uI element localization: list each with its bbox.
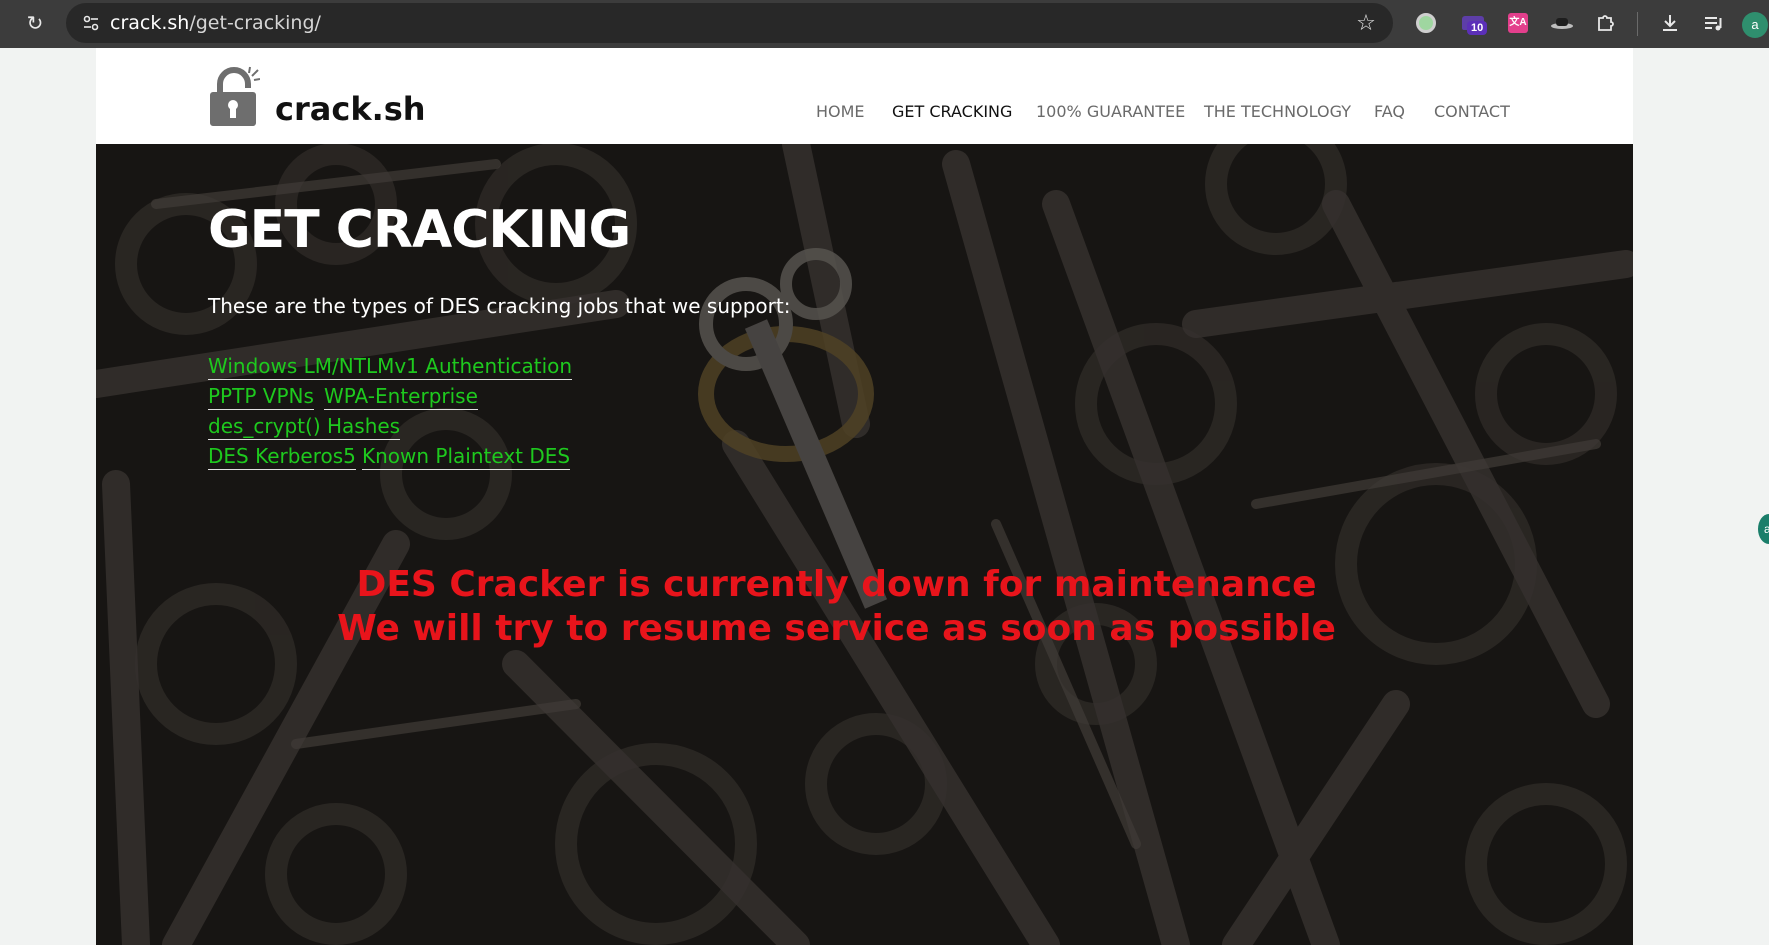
hero-section: GET CRACKING These are the types of DES … — [96, 144, 1633, 945]
link-wpa-enterprise[interactable]: WPA-Enterprise — [324, 384, 478, 410]
nav-get-cracking[interactable]: GET CRACKING — [892, 102, 1012, 121]
link-pptp-vpns[interactable]: PPTP VPNs — [208, 384, 314, 410]
page-title: GET CRACKING — [208, 200, 631, 260]
nav-faq[interactable]: FAQ — [1374, 102, 1405, 121]
link-des-crypt-hashes[interactable]: des_crypt() Hashes — [208, 414, 401, 440]
media-control-icon[interactable] — [1697, 7, 1729, 39]
address-bar[interactable]: crack.sh/get-cracking/ ☆ — [66, 3, 1393, 43]
url-host: crack.sh — [110, 12, 190, 34]
translate-label: 文A — [1508, 13, 1528, 33]
site-info-icon[interactable] — [76, 8, 106, 38]
webpage: crack.sh HOME GET CRACKING 100% GUARANTE… — [96, 48, 1633, 945]
maintenance-notice-line-1: DES Cracker is currently down for mainte… — [356, 564, 1317, 605]
bookmark-star-icon[interactable]: ☆ — [1353, 10, 1379, 36]
link-known-plaintext-des[interactable]: Known Plaintext DES — [362, 444, 571, 470]
browser-toolbar: ↻ crack.sh/get-cracking/ ☆ 10 文A a — [0, 0, 1769, 48]
download-icon[interactable] — [1654, 7, 1686, 39]
translate-extension-icon[interactable]: 文A — [1502, 7, 1534, 39]
site-header: crack.sh HOME GET CRACKING 100% GUARANTE… — [96, 48, 1633, 144]
nav-guarantee[interactable]: 100% GUARANTEE — [1036, 102, 1185, 121]
nav-contact[interactable]: CONTACT — [1434, 102, 1510, 121]
extension-badge: 10 — [1467, 21, 1488, 35]
green-extension-icon[interactable] — [1410, 7, 1442, 39]
toolbar-divider — [1637, 12, 1638, 36]
intro-text: These are the types of DES cracking jobs… — [208, 294, 791, 318]
side-panel-avatar[interactable]: a — [1758, 514, 1769, 544]
url-text[interactable]: crack.sh/get-cracking/ — [110, 12, 321, 34]
profile-avatar[interactable]: a — [1742, 12, 1768, 38]
reload-icon[interactable]: ↻ — [20, 8, 50, 38]
extensions-puzzle-icon[interactable] — [1590, 7, 1622, 39]
main-navigation: HOME GET CRACKING 100% GUARANTEE THE TEC… — [96, 102, 1633, 126]
hero-content: GET CRACKING These are the types of DES … — [96, 144, 1633, 945]
nav-home[interactable]: HOME — [816, 102, 865, 121]
url-path: /get-cracking/ — [189, 12, 321, 34]
maintenance-notice-line-2: We will try to resume service as soon as… — [337, 608, 1336, 649]
hat-extension-icon[interactable] — [1546, 7, 1578, 39]
nav-technology[interactable]: THE TECHNOLOGY — [1204, 102, 1351, 121]
link-des-kerberos5[interactable]: DES Kerberos5 — [208, 444, 356, 470]
link-windows-ntlm[interactable]: Windows LM/NTLMv1 Authentication — [208, 354, 573, 380]
graduation-cap-extension-icon[interactable]: 10 — [1457, 7, 1489, 39]
